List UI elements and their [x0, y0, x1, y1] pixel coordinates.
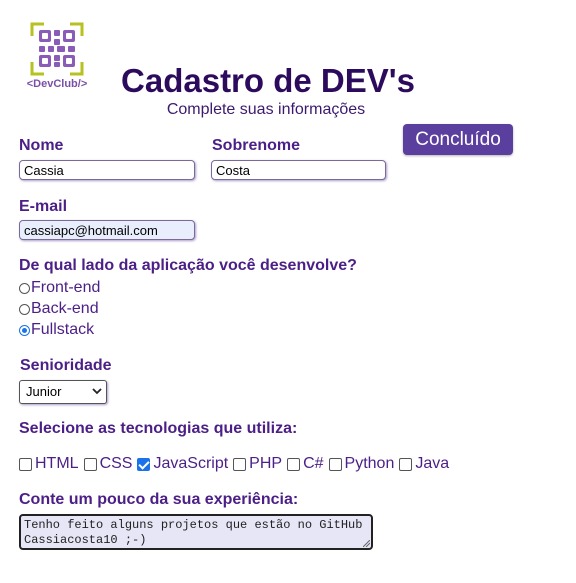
- radio-option-back-end[interactable]: Back-end: [19, 300, 99, 318]
- radio-back-end[interactable]: [19, 303, 30, 315]
- checkbox-php[interactable]: [233, 457, 247, 471]
- side-question-label: De qual lado da aplicação você desenvolv…: [19, 257, 357, 274]
- tech-item-csharp[interactable]: C#: [287, 455, 324, 473]
- done-button[interactable]: Concluído: [403, 124, 513, 155]
- experience-label: Conte um pouco da sua experiência:: [19, 491, 299, 508]
- seniority-selected-value: Junior: [26, 384, 62, 399]
- radio-option-fullstack[interactable]: Fullstack: [19, 321, 94, 339]
- tech-item-css[interactable]: CSS: [83, 455, 133, 473]
- email-label: E-mail: [19, 198, 68, 215]
- tech-label-php: PHP: [249, 455, 283, 472]
- tech-label-java: Java: [415, 455, 450, 472]
- experience-text-line-1: Tenho feito alguns projetos que estão no…: [24, 518, 363, 532]
- tech-item-java[interactable]: Java: [399, 455, 449, 473]
- radio-label-front-end: Front-end: [31, 279, 101, 296]
- first-name-input[interactable]: [19, 160, 195, 180]
- radio-label-fullstack: Fullstack: [31, 321, 95, 338]
- tech-item-php[interactable]: PHP: [233, 455, 282, 473]
- tech-label-csharp: C#: [303, 455, 324, 472]
- registration-page: <DevClub/> Cadastro de DEV's Complete su…: [0, 0, 576, 583]
- last-name-label: Sobrenome: [212, 137, 301, 154]
- checkbox-java[interactable]: [399, 457, 413, 471]
- radio-label-back-end: Back-end: [31, 300, 99, 317]
- page-subtitle: Complete suas informações: [166, 101, 366, 118]
- checkbox-csharp[interactable]: [287, 457, 301, 471]
- resize-handle-icon[interactable]: [363, 540, 370, 547]
- first-name-label: Nome: [19, 137, 64, 154]
- tech-item-html[interactable]: HTML: [19, 455, 79, 473]
- tech-label-python: Python: [344, 455, 395, 472]
- seniority-label: Senioridade: [20, 357, 112, 374]
- tech-label-css: CSS: [99, 455, 133, 472]
- email-input[interactable]: [19, 220, 195, 240]
- technologies-list: HTML CSS JavaScript PHP C# Python Java: [19, 455, 454, 473]
- tech-item-javascript[interactable]: JavaScript: [137, 455, 228, 473]
- experience-text-line-2: Cassiacosta10 ;-): [24, 533, 147, 547]
- tech-label-html: HTML: [35, 455, 79, 472]
- checkbox-python[interactable]: [328, 457, 342, 471]
- checkbox-html[interactable]: [19, 457, 32, 471]
- seniority-select[interactable]: Junior: [19, 380, 107, 404]
- tech-item-python[interactable]: Python: [328, 455, 395, 473]
- radio-fullstack[interactable]: [19, 324, 30, 336]
- checkbox-css[interactable]: [83, 457, 97, 471]
- checkbox-javascript[interactable]: [137, 457, 151, 471]
- radio-front-end[interactable]: [19, 282, 30, 294]
- technologies-label: Selecione as tecnologias que utiliza:: [19, 420, 298, 437]
- radio-option-front-end[interactable]: Front-end: [19, 279, 100, 297]
- chevron-down-icon: [92, 388, 102, 395]
- experience-textarea[interactable]: Tenho feito alguns projetos que estão no…: [19, 514, 373, 550]
- last-name-input[interactable]: [211, 160, 386, 180]
- tech-label-javascript: JavaScript: [153, 455, 229, 472]
- page-title: Cadastro de DEV's: [121, 62, 415, 99]
